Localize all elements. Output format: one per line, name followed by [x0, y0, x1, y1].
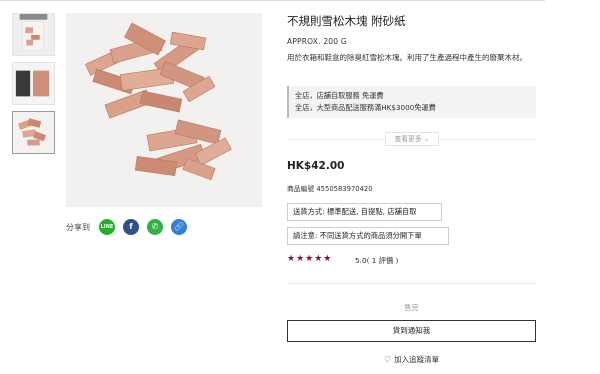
chevron-down-icon: ⌄ [423, 135, 430, 143]
product-weight: APPROX. 200 G [287, 37, 347, 46]
top-divider [0, 0, 545, 1]
product-price: HK$42.00 [287, 160, 345, 172]
product-title: 不規則雪松木塊 附砂紙 [287, 14, 406, 28]
delivery-method-badge: 送貨方式: 標準配送, 自提點, 店舖自取 [287, 203, 442, 221]
share-label: 分享到 [66, 223, 90, 232]
rating-stars: ★★★★★ [287, 254, 333, 264]
thumbnail-3[interactable] [12, 111, 55, 154]
product-code: 商品編號 4550583970420 [287, 185, 373, 193]
sold-out-label: 售完 [404, 303, 419, 312]
thumbnail-1-image [13, 14, 54, 55]
rating-text[interactable]: 5.0( 1 評價 ) [355, 256, 399, 266]
promotion-line-1: 全店，店舖自取服務 免運費 [295, 91, 384, 100]
add-to-wishlist-button[interactable]: ♡ 加入追蹤清單 [287, 354, 536, 365]
show-more-button[interactable]: 查看更多 ⌄ [385, 132, 439, 146]
line-icon[interactable]: LINE [99, 219, 115, 235]
thumbnail-1[interactable] [12, 13, 55, 56]
purchase-divider [287, 283, 536, 284]
link-icon[interactable]: 🔗 [171, 219, 187, 235]
heart-icon: ♡ [383, 355, 392, 364]
notify-me-button[interactable]: 貨到通知我 [287, 320, 536, 342]
order-notice-badge: 請注意: 不同送貨方式的商品須分開下單 [287, 227, 449, 245]
promotion-line-2: 全店，大型商品配送服務滿HK$3000免運費 [295, 103, 436, 112]
product-description: 用於衣箱和鞋盒的除臭紅雪松木塊。利用了生產過程中產生的廢棄木材。 [287, 53, 527, 62]
promotion-box: 全店，店舖自取服務 免運費 全店，大型商品配送服務滿HK$3000免運費 [287, 86, 536, 118]
wishlist-label: 加入追蹤清單 [394, 355, 440, 364]
thumbnail-3-image [13, 112, 54, 153]
thumbnail-2[interactable] [12, 62, 55, 105]
facebook-icon[interactable]: f [123, 219, 139, 235]
whatsapp-icon[interactable]: ✆ [147, 219, 163, 235]
show-more-label: 查看更多 [394, 135, 422, 143]
main-product-image[interactable] [66, 13, 262, 207]
wood-blocks-image [66, 13, 262, 207]
thumbnail-2-image [13, 63, 54, 104]
